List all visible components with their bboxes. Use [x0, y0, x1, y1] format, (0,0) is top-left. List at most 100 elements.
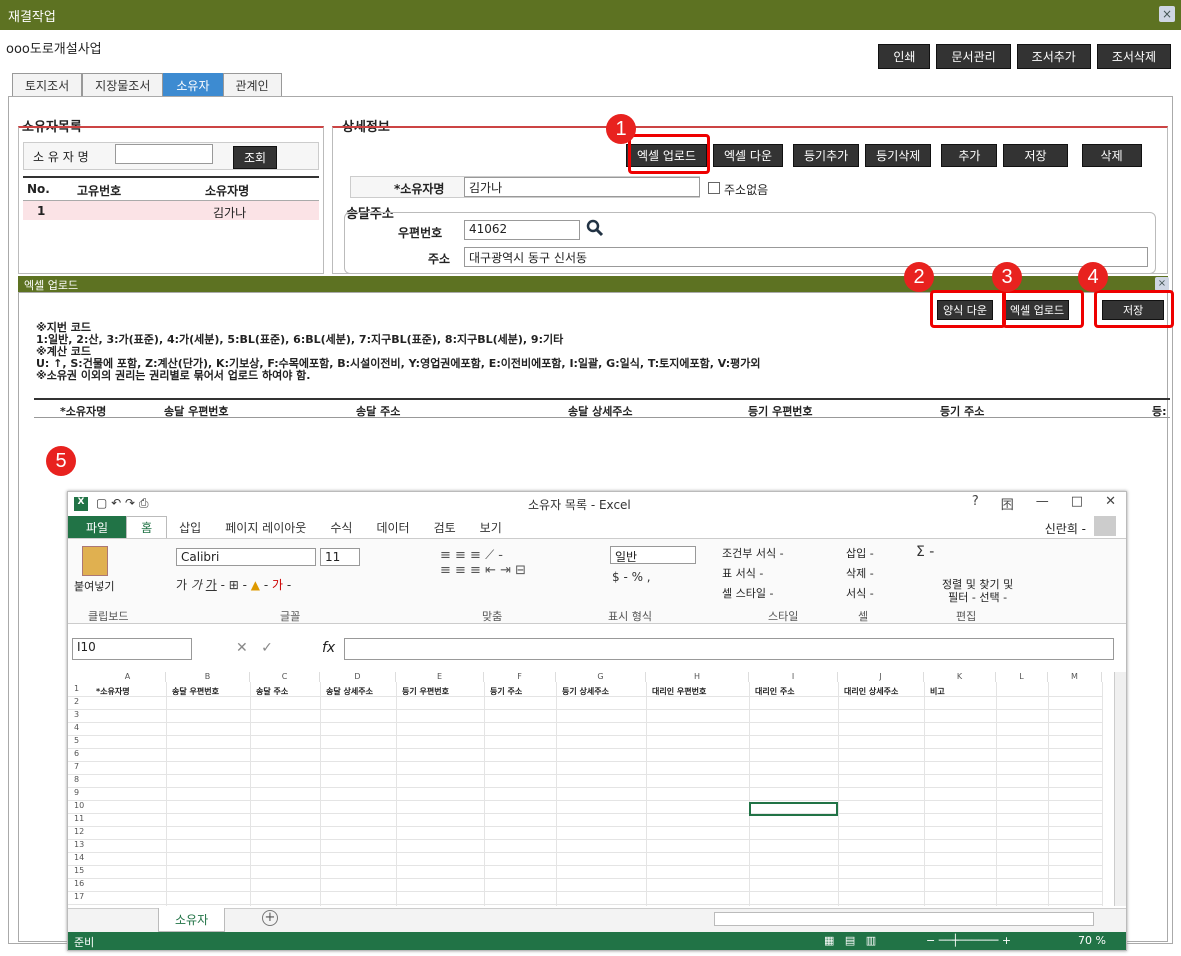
tab-related[interactable]: 관계인: [222, 73, 282, 97]
quick-access-icons[interactable]: ▢ ↶ ↷ ⎙: [96, 496, 149, 511]
header-cell[interactable]: 등기 상세주소: [562, 686, 609, 697]
selected-cell[interactable]: [749, 802, 838, 816]
row-header[interactable]: 2: [68, 697, 1102, 710]
ribbon-tab-insert[interactable]: 삽입: [167, 519, 213, 536]
header-cell[interactable]: 등기 우편번호: [402, 686, 449, 697]
tab-obstacles[interactable]: 지장물조서: [82, 73, 164, 97]
search-button[interactable]: 조회: [233, 146, 278, 169]
row-header[interactable]: 7: [68, 762, 1102, 775]
row-header[interactable]: 15: [68, 866, 1102, 879]
maximize-icon[interactable]: □: [1071, 494, 1083, 513]
row-header[interactable]: 5: [68, 736, 1102, 749]
owner-name-input[interactable]: 김가나: [464, 177, 700, 197]
header-cell[interactable]: *소유자명: [96, 686, 130, 697]
add-record-button[interactable]: 조서추가: [1016, 44, 1091, 69]
autosum-icon[interactable]: Σ -: [916, 544, 934, 560]
column-header[interactable]: I: [749, 672, 838, 682]
column-header[interactable]: M: [1048, 672, 1102, 682]
name-box[interactable]: I10: [72, 638, 192, 660]
ribbon-display-icon[interactable]: 囨: [1001, 494, 1014, 513]
ribbon-tab-file[interactable]: 파일: [68, 515, 127, 539]
alignment-buttons[interactable]: ≡ ≡ ≡ ⟋ - ≡ ≡ ≡ ⇤ ⇥ ⊟: [440, 548, 526, 578]
owner-search-input[interactable]: [115, 144, 213, 164]
formula-cancel-confirm-icons[interactable]: ✕ ✓: [236, 640, 273, 656]
excel-close-icon[interactable]: ✕: [1105, 494, 1116, 513]
row-header[interactable]: 17: [68, 892, 1102, 905]
user-name[interactable]: 신란희 -: [1045, 520, 1086, 537]
delete-record-button[interactable]: 조서삭제: [1096, 44, 1171, 69]
help-icon[interactable]: ?: [972, 494, 979, 513]
paste-icon[interactable]: [82, 546, 108, 576]
row-header[interactable]: 14: [68, 853, 1102, 866]
row-header[interactable]: 8: [68, 775, 1102, 788]
sort-filter-button[interactable]: 정렬 및 찾기 및 필터 - 선택 -: [942, 578, 1013, 604]
header-cell[interactable]: 등기 주소: [490, 686, 522, 697]
column-header[interactable]: K: [924, 672, 996, 682]
row-header[interactable]: 3: [68, 710, 1102, 723]
column-header[interactable]: J: [838, 672, 924, 682]
column-header[interactable]: C: [250, 672, 320, 682]
column-header[interactable]: A: [90, 672, 166, 682]
close-icon[interactable]: ×: [1159, 6, 1175, 22]
column-header[interactable]: L: [996, 672, 1048, 682]
ribbon-tab-formulas[interactable]: 수식: [318, 519, 364, 536]
delete-registry-button[interactable]: 등기삭제: [865, 144, 932, 167]
avatar[interactable]: [1094, 516, 1116, 536]
ribbon-tab-home[interactable]: 홈: [126, 516, 168, 538]
style-buttons[interactable]: 조건부 서식 -표 서식 -셀 스타일 -: [722, 544, 784, 604]
formula-input[interactable]: [344, 638, 1114, 660]
row-header[interactable]: 13: [68, 840, 1102, 853]
column-header[interactable]: B: [166, 672, 250, 682]
table-row[interactable]: 1 김가나: [23, 200, 319, 220]
column-header[interactable]: H: [646, 672, 749, 682]
header-cell[interactable]: 비고: [930, 686, 945, 697]
ribbon-tab-review[interactable]: 검토: [422, 519, 468, 536]
zip-input[interactable]: 41062: [464, 220, 580, 240]
header-cell[interactable]: 송달 우편번호: [172, 686, 219, 697]
ribbon-tab-view[interactable]: 보기: [468, 519, 514, 536]
sheet-grid[interactable]: ABCDEFGHIJKLM 1 2 3 4 5 6 7 8 9 10 11 12 13 14 15 16 17 …: [68, 672, 1114, 906]
header-cell[interactable]: 송달 상세주소: [326, 686, 373, 697]
row-header[interactable]: 16: [68, 879, 1102, 892]
print-button[interactable]: 인쇄: [878, 44, 931, 69]
font-size-select[interactable]: 11: [320, 548, 360, 566]
column-header[interactable]: E: [396, 672, 484, 682]
add-registry-button[interactable]: 등기추가: [793, 144, 860, 167]
number-format-buttons[interactable]: $ - % ,: [612, 570, 651, 584]
font-style-buttons[interactable]: 가 가 가 - ⊞ - ▲ - 가 -: [176, 576, 291, 593]
search-icon[interactable]: [586, 219, 604, 237]
delete-button[interactable]: 삭제: [1081, 144, 1142, 167]
add-sheet-icon[interactable]: +: [262, 910, 278, 926]
header-cell[interactable]: 송달 주소: [256, 686, 288, 697]
ribbon-tab-layout[interactable]: 페이지 레이아웃: [213, 519, 318, 536]
document-manage-button[interactable]: 문서관리: [936, 44, 1011, 69]
tab-land[interactable]: 토지조서: [12, 73, 83, 97]
row-header[interactable]: 11: [68, 814, 1102, 827]
header-cell[interactable]: 대리인 주소: [755, 686, 795, 697]
column-header[interactable]: D: [320, 672, 396, 682]
fx-icon[interactable]: fx: [322, 640, 335, 656]
font-name-select[interactable]: Calibri: [176, 548, 316, 566]
minimize-icon[interactable]: —: [1036, 494, 1049, 513]
column-header[interactable]: G: [556, 672, 646, 682]
row-header[interactable]: 4: [68, 723, 1102, 736]
number-format-select[interactable]: 일반: [610, 546, 696, 564]
cell-buttons[interactable]: 삽입 - 삭제 - 서식 -: [846, 544, 874, 604]
dialog-close-icon[interactable]: ×: [1155, 277, 1169, 291]
row-header[interactable]: 10: [68, 801, 1102, 814]
add-button[interactable]: 추가: [941, 144, 998, 167]
tab-owner[interactable]: 소유자: [163, 73, 223, 97]
sheet-tab[interactable]: 소유자: [158, 908, 226, 932]
ribbon-tab-data[interactable]: 데이터: [364, 519, 421, 536]
paste-label[interactable]: 붙여넣기: [74, 578, 114, 594]
zoom-slider[interactable]: − ──┼────── +: [926, 934, 1011, 947]
row-header[interactable]: 6: [68, 749, 1102, 762]
column-header[interactable]: F: [484, 672, 556, 682]
no-address-checkbox[interactable]: [708, 182, 720, 194]
address-input[interactable]: 대구광역시 동구 신서동: [464, 247, 1148, 267]
save-button[interactable]: 저장: [1003, 144, 1068, 167]
view-mode-icons[interactable]: ▦ ▤ ▥: [824, 934, 876, 947]
horizontal-scrollbar[interactable]: [714, 912, 1094, 926]
row-header[interactable]: 9: [68, 788, 1102, 801]
vertical-scrollbar[interactable]: [1114, 672, 1126, 906]
